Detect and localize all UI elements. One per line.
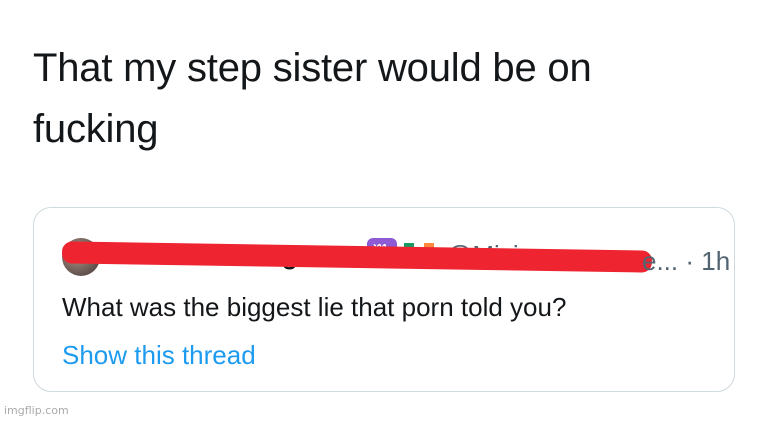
tweet-text: That my step sister would be on fucking [33,46,592,151]
imgflip-watermark: imgflip.com [4,404,69,417]
handle-tail: e... [642,246,679,276]
quoted-tweet-body: What was the biggest lie that porn told … [62,292,567,322]
timestamp: · 1h [685,246,731,276]
page: That my step sister would be on fucking … [0,0,762,421]
quoted-tweet-header: Phoenix Rising ♍ @Misi e... · 1h [61,238,730,278]
quoted-tweet-time[interactable]: e... · 1h [642,246,730,277]
show-thread-link[interactable]: Show this thread [62,340,256,371]
quoted-tweet-card[interactable]: Phoenix Rising ♍ @Misi e... · 1h What wa… [33,207,735,392]
